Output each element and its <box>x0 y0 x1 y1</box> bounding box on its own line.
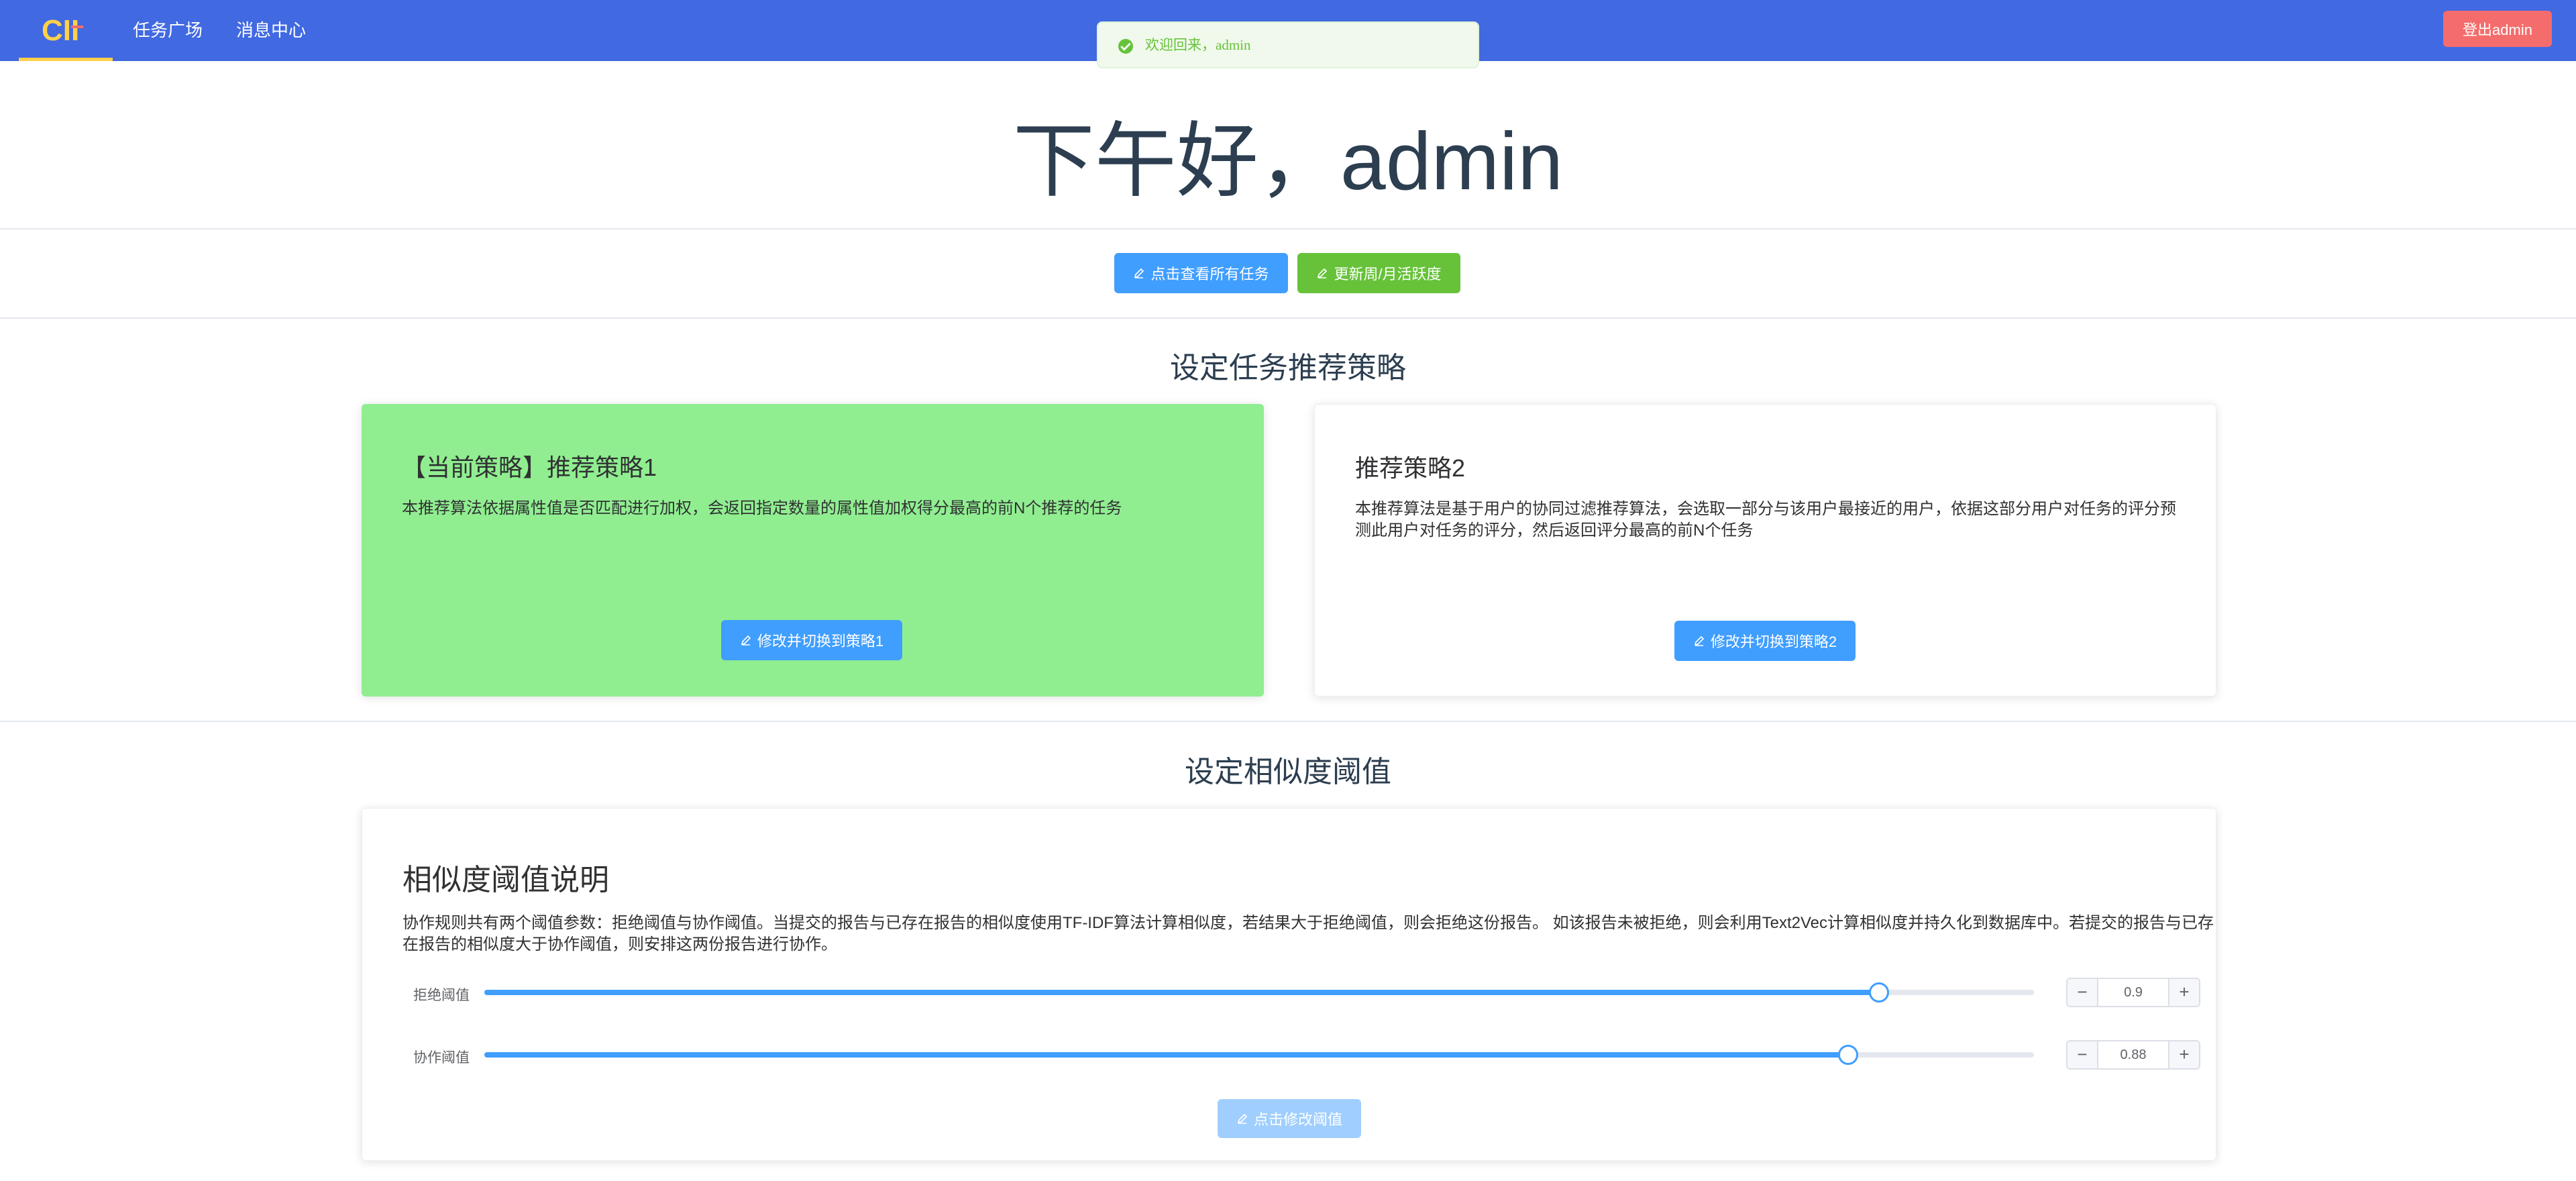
divider <box>0 228 2576 229</box>
slider-fill <box>484 1052 1848 1058</box>
logo[interactable]: CII <box>19 0 113 61</box>
increment-button[interactable]: + <box>2168 1041 2199 1068</box>
threshold-description: 协作规则共有两个阈值参数：拒绝阈值与协作阈值。当提交的报告与已存在报告的相似度使… <box>402 914 2214 954</box>
page: CII 任务广场 消息中心 登出admin 欢迎回来，admin 下午好，adm… <box>0 0 2576 1181</box>
reject-threshold-stepper: − + <box>2066 978 2200 1007</box>
threshold-section-title: 设定相似度阈值 <box>1185 756 1391 788</box>
nav-task-square[interactable]: 任务广场 <box>133 0 203 61</box>
logo-text: CII <box>42 14 79 47</box>
strategy-card-2: 推荐策略2 本推荐算法是基于用户的协同过滤推荐算法，会选取一部分与该用户最接近的… <box>1314 404 2216 697</box>
toast-message: 欢迎回来，admin <box>1145 37 1251 53</box>
collab-threshold-stepper: − + <box>2066 1040 2200 1070</box>
edit-icon <box>1318 268 1328 278</box>
divider <box>0 317 2576 319</box>
success-check-icon <box>1118 39 1133 54</box>
nav-message-center[interactable]: 消息中心 <box>236 0 306 61</box>
reject-threshold-label: 拒绝阈值 <box>413 988 470 1003</box>
switch-strategy-1-button[interactable]: 修改并切换到策略1 <box>721 620 902 660</box>
strategy-card-title: 【当前策略】推荐策略1 <box>402 454 657 481</box>
switch-strategy-2-button[interactable]: 修改并切换到策略2 <box>1674 621 1856 661</box>
view-all-tasks-button[interactable]: 点击查看所有任务 <box>1114 253 1288 293</box>
switch-strategy-1-label: 修改并切换到策略1 <box>757 633 884 650</box>
active-nav-indicator <box>19 58 113 61</box>
view-all-tasks-label: 点击查看所有任务 <box>1150 266 1269 283</box>
welcome-toast: 欢迎回来，admin <box>1097 21 1479 68</box>
threshold-card: 相似度阈值说明 协作规则共有两个阈值参数：拒绝阈值与协作阈值。当提交的报告与已存… <box>362 808 2216 1161</box>
update-threshold-button[interactable]: 点击修改阈值 <box>1218 1099 1361 1138</box>
switch-strategy-2-label: 修改并切换到策略2 <box>1710 633 1837 650</box>
logout-button[interactable]: 登出admin <box>2443 11 2552 47</box>
greeting-title: 下午好，admin <box>1012 115 1564 207</box>
edit-icon <box>1237 1113 1248 1124</box>
decrement-button[interactable]: − <box>2068 1041 2098 1068</box>
slider-thumb[interactable] <box>1837 1045 1858 1065</box>
reject-threshold-slider[interactable] <box>484 982 2034 1003</box>
slider-fill <box>484 990 1879 995</box>
update-threshold-label: 点击修改阈值 <box>1253 1111 1342 1128</box>
edit-icon <box>1694 635 1705 646</box>
strategy-card-description: 本推荐算法依据属性值是否匹配进行加权，会返回指定数量的属性值加权得分最高的前N个… <box>402 499 1122 517</box>
edit-icon <box>1134 268 1144 278</box>
collab-threshold-label: 协作阈值 <box>413 1050 470 1066</box>
strategy-card-1: 【当前策略】推荐策略1 本推荐算法依据属性值是否匹配进行加权，会返回指定数量的属… <box>362 404 1264 697</box>
update-activity-label: 更新周/月活跃度 <box>1334 266 1442 283</box>
decrement-button[interactable]: − <box>2068 979 2098 1006</box>
slider-thumb[interactable] <box>1869 982 1889 1003</box>
threshold-card-title: 相似度阈值说明 <box>402 864 609 896</box>
edit-icon <box>741 635 751 646</box>
strategy-card-title: 推荐策略2 <box>1355 454 1466 482</box>
strategy-card-description: 本推荐算法是基于用户的协同过滤推荐算法，会选取一部分与该用户最接近的用户，依据这… <box>1355 500 2176 540</box>
collab-threshold-input[interactable] <box>2098 1041 2168 1068</box>
update-activity-button[interactable]: 更新周/月活跃度 <box>1297 253 1460 293</box>
reject-threshold-input[interactable] <box>2098 979 2168 1006</box>
increment-button[interactable]: + <box>2168 979 2199 1006</box>
divider <box>0 721 2576 722</box>
strategy-section-title: 设定任务推荐策略 <box>1170 352 1406 384</box>
collab-threshold-slider[interactable] <box>484 1045 2034 1065</box>
